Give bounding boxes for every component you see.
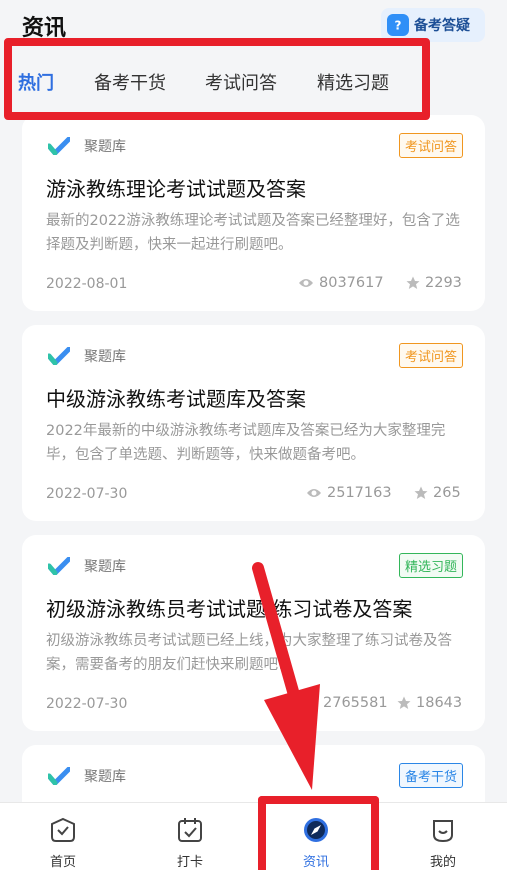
article-date: 2022-08-01 — [46, 276, 128, 292]
view-count: 2517163 — [306, 485, 392, 501]
home-icon — [51, 817, 75, 842]
source-name: 聚题库 — [84, 349, 126, 365]
view-count-value: 8037617 — [319, 275, 384, 291]
page-title: 资讯 — [22, 16, 67, 41]
view-count-value: 2765581 — [323, 695, 388, 711]
source-logo-icon — [48, 767, 70, 785]
article-desc: 最新的2022游泳教练理论考试试题及答案已经整理好，包含了选择题及判断题，快来一… — [46, 213, 460, 253]
view-count: 2765581 — [302, 695, 388, 711]
source-name: 聚题库 — [84, 769, 126, 785]
question-icon: ? — [387, 14, 409, 36]
nav-checkin-label: 打卡 — [176, 855, 203, 870]
category-tag: 备考干货 — [398, 763, 463, 788]
view-count-value: 2517163 — [327, 485, 392, 501]
tab-study-tips[interactable]: 备考干货 — [94, 69, 166, 95]
source-name: 聚题库 — [84, 139, 126, 155]
nav-profile-label: 我的 — [429, 855, 456, 870]
header: 资讯 ? 备考答疑 — [0, 0, 507, 50]
star-count-value: 2293 — [425, 275, 462, 291]
qa-label: 备考答疑 — [414, 18, 470, 34]
article-date: 2022-07-30 — [46, 696, 128, 712]
eye-icon — [303, 699, 317, 707]
source-logo-icon — [48, 557, 70, 575]
star-count: 2293 — [406, 275, 462, 291]
source-logo-icon — [48, 347, 70, 365]
source-logo-icon — [48, 137, 70, 155]
nav-profile[interactable]: 我的 — [403, 803, 483, 870]
article-card[interactable]: 聚题库 考试问答 游泳教练理论考试试题及答案 最新的2022游泳教练理论考试试题… — [22, 115, 485, 311]
calendar-check-icon — [178, 818, 202, 842]
article-card[interactable]: 聚题库 考试问答 中级游泳教练考试题库及答案 2022年最新的中级游泳教练考试题… — [22, 325, 485, 521]
article-title: 中级游泳教练考试题库及答案 — [46, 387, 306, 411]
article-date: 2022-07-30 — [46, 486, 128, 502]
nav-home-label: 首页 — [49, 855, 76, 870]
svg-text:?: ? — [395, 19, 402, 33]
nav-news[interactable]: 资讯 — [276, 803, 356, 870]
article-title: 游泳教练理论考试试题及答案 — [46, 177, 306, 201]
qa-button[interactable]: ? 备考答疑 — [381, 8, 485, 42]
article-desc: 初级游泳教练员考试试题已经上线，为大家整理了练习试卷及答案，需要备考的朋友们赶快… — [46, 633, 452, 673]
star-count: 265 — [414, 485, 461, 501]
tab-exam-qa[interactable]: 考试问答 — [205, 69, 277, 95]
nav-home[interactable]: 首页 — [23, 803, 103, 870]
star-count: 18643 — [397, 695, 462, 711]
nav-checkin[interactable]: 打卡 — [150, 803, 230, 870]
nav-news-label: 资讯 — [302, 855, 329, 870]
star-icon — [406, 276, 420, 289]
eye-icon — [299, 279, 313, 287]
star-count-value: 18643 — [416, 695, 463, 711]
article-desc: 2022年最新的中级游泳教练考试题库及答案已经为大家整理完毕，包含了单选题、判断… — [46, 423, 446, 463]
eye-icon — [307, 489, 321, 497]
star-icon — [414, 486, 428, 499]
tab-hot[interactable]: 热门 — [18, 69, 54, 95]
tab-selected-exercises[interactable]: 精选习题 — [317, 69, 389, 95]
category-tag: 考试问答 — [398, 133, 463, 158]
article-card[interactable]: 聚题库 精选习题 初级游泳教练员考试试题 练习试卷及答案 初级游泳教练员考试试题… — [22, 535, 485, 731]
bottom-nav: 首页 打卡 资讯 我的 — [0, 802, 507, 870]
source-name: 聚题库 — [84, 559, 126, 575]
compass-icon — [304, 818, 328, 842]
view-count: 8037617 — [298, 275, 384, 291]
profile-icon — [433, 820, 453, 843]
category-tabs: 热门 备考干货 考试问答 精选习题 — [0, 48, 507, 112]
category-tag: 考试问答 — [398, 343, 463, 368]
article-title: 初级游泳教练员考试试题 练习试卷及答案 — [46, 597, 413, 621]
category-tag: 精选习题 — [398, 553, 463, 578]
star-count-value: 265 — [433, 485, 461, 501]
star-icon — [397, 696, 411, 709]
